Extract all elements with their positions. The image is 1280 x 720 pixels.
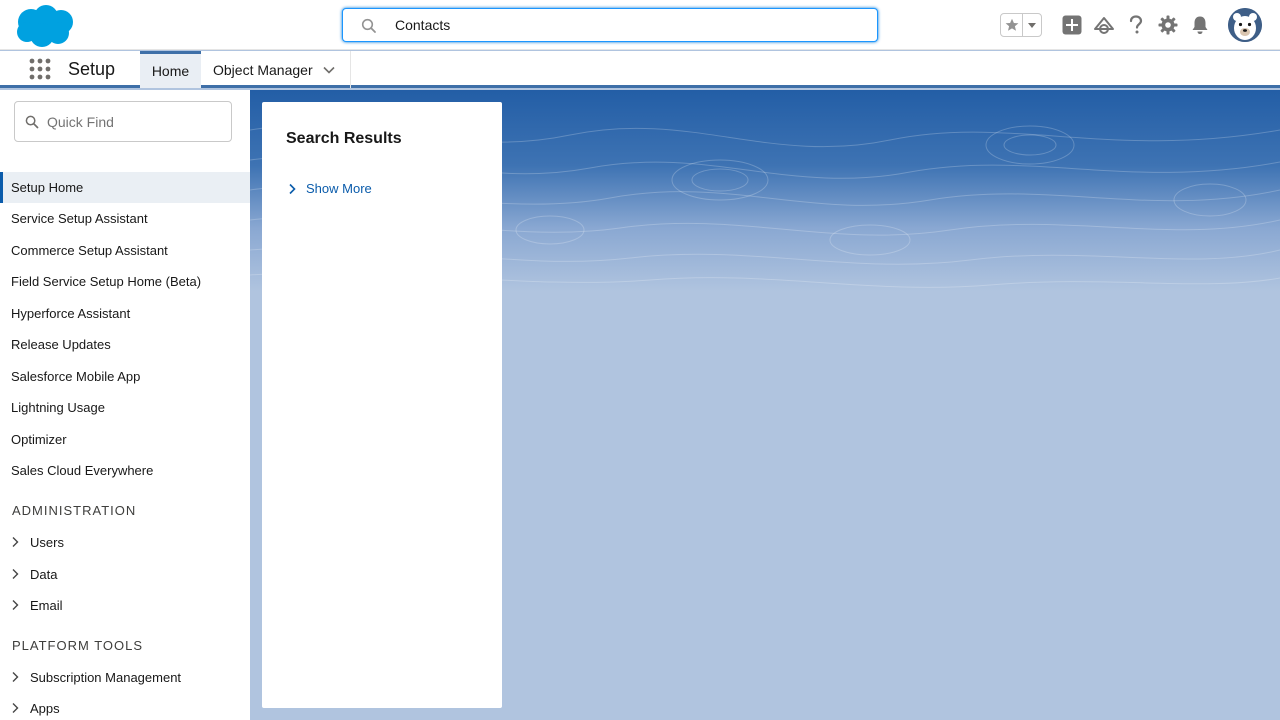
chevron-right-icon xyxy=(12,672,19,682)
global-search-input[interactable] xyxy=(395,15,855,35)
sidebar-item-field-service-setup-home[interactable]: Field Service Setup Home (Beta) xyxy=(0,266,250,297)
show-more-link[interactable]: Show More xyxy=(286,181,372,196)
favorites-group xyxy=(1000,13,1042,37)
chevron-right-icon xyxy=(12,537,19,547)
sidebar-item-label: Salesforce Mobile App xyxy=(11,369,141,384)
sidebar-item-optimizer[interactable]: Optimizer xyxy=(0,424,250,455)
help-button[interactable] xyxy=(1124,13,1148,37)
chevron-down-icon xyxy=(1028,23,1036,28)
search-icon xyxy=(361,18,376,33)
tab-home[interactable]: Home xyxy=(140,51,201,88)
sidebar-item-sales-cloud-everywhere[interactable]: Sales Cloud Everywhere xyxy=(0,455,250,486)
panel-title: Search Results xyxy=(286,130,402,147)
sidebar-item-label: Hyperforce Assistant xyxy=(11,306,131,321)
search-results-panel: Search Results Show More xyxy=(262,102,502,708)
sidebar-item-label: Release Updates xyxy=(11,337,111,352)
header-actions xyxy=(1000,8,1262,42)
sidebar-item-lightning-usage[interactable]: Lightning Usage xyxy=(0,392,250,423)
tree-item-label: Data xyxy=(30,566,58,582)
section-title-platform-tools: PLATFORM TOOLS xyxy=(12,638,144,653)
bell-icon xyxy=(1192,16,1208,34)
sidebar-item-setup-home[interactable]: Setup Home xyxy=(0,172,250,203)
quick-find-input[interactable] xyxy=(47,112,227,132)
plus-icon xyxy=(1062,15,1082,35)
global-search[interactable] xyxy=(342,8,878,42)
sidebar-item-label: Lightning Usage xyxy=(11,400,105,415)
tree-item-data[interactable]: Data xyxy=(0,562,250,586)
tab-object-manager-label: Object Manager xyxy=(213,61,313,78)
sidebar-item-label: Setup Home xyxy=(11,180,84,195)
tree-item-users[interactable]: Users xyxy=(0,530,250,554)
notifications-button[interactable] xyxy=(1188,13,1212,37)
chevron-right-icon xyxy=(289,183,296,194)
sidebar-item-service-setup-assistant[interactable]: Service Setup Assistant xyxy=(0,203,250,234)
chevron-right-icon xyxy=(12,703,19,713)
global-actions-button[interactable] xyxy=(1060,13,1084,37)
tree-item-label: Users xyxy=(30,534,64,550)
tree-item-subscription-management[interactable]: Subscription Management xyxy=(0,665,250,689)
chevron-down-icon[interactable] xyxy=(322,63,336,77)
favorites-list-button[interactable] xyxy=(1023,14,1041,36)
chevron-right-icon xyxy=(12,569,19,579)
tree-item-label: Apps xyxy=(30,700,60,716)
sidebar-item-release-updates[interactable]: Release Updates xyxy=(0,329,250,360)
context-bar: Setup Home Object Manager xyxy=(0,51,1280,88)
tree-item-label: Email xyxy=(30,597,63,613)
sidebar-item-salesforce-mobile-app[interactable]: Salesforce Mobile App xyxy=(0,361,250,392)
tree-item-label: Subscription Management xyxy=(30,669,182,685)
sidebar-item-label: Field Service Setup Home (Beta) xyxy=(11,274,202,289)
app-name: Setup xyxy=(68,59,116,79)
sidebar-item-label: Commerce Setup Assistant xyxy=(11,243,168,258)
search-icon xyxy=(25,115,39,129)
sidebar-item-hyperforce-assistant[interactable]: Hyperforce Assistant xyxy=(0,298,250,329)
tree-item-apps[interactable]: Apps xyxy=(0,696,250,720)
salesforce-cloud-icon[interactable] xyxy=(14,5,76,47)
user-avatar[interactable] xyxy=(1228,8,1262,42)
sidebar-item-commerce-setup-assistant[interactable]: Commerce Setup Assistant xyxy=(0,235,250,266)
setup-sidebar: Setup Home Service Setup Assistant Comme… xyxy=(0,90,250,720)
global-header xyxy=(0,0,1280,50)
sidebar-item-label: Sales Cloud Everywhere xyxy=(11,463,154,478)
trailhead-button[interactable] xyxy=(1092,13,1116,37)
help-icon xyxy=(1129,15,1143,34)
show-more-label: Show More xyxy=(306,181,372,196)
sidebar-item-label: Service Setup Assistant xyxy=(11,211,148,226)
favorites-button[interactable] xyxy=(1001,14,1023,36)
section-title-administration: ADMINISTRATION xyxy=(12,503,137,518)
chevron-right-icon xyxy=(12,600,19,610)
setup-button[interactable] xyxy=(1156,13,1180,37)
tab-object-manager[interactable]: Object Manager xyxy=(201,51,351,88)
tree-item-email[interactable]: Email xyxy=(0,593,250,617)
tab-home-label: Home xyxy=(151,63,190,79)
star-icon xyxy=(1005,18,1018,31)
trailhead-icon xyxy=(1094,17,1114,34)
avatar-icon xyxy=(1228,8,1262,42)
sidebar-item-label: Optimizer xyxy=(11,432,67,447)
gear-icon xyxy=(1158,15,1178,35)
quick-find-box[interactable] xyxy=(14,101,232,142)
app-launcher-icon[interactable] xyxy=(28,57,52,81)
